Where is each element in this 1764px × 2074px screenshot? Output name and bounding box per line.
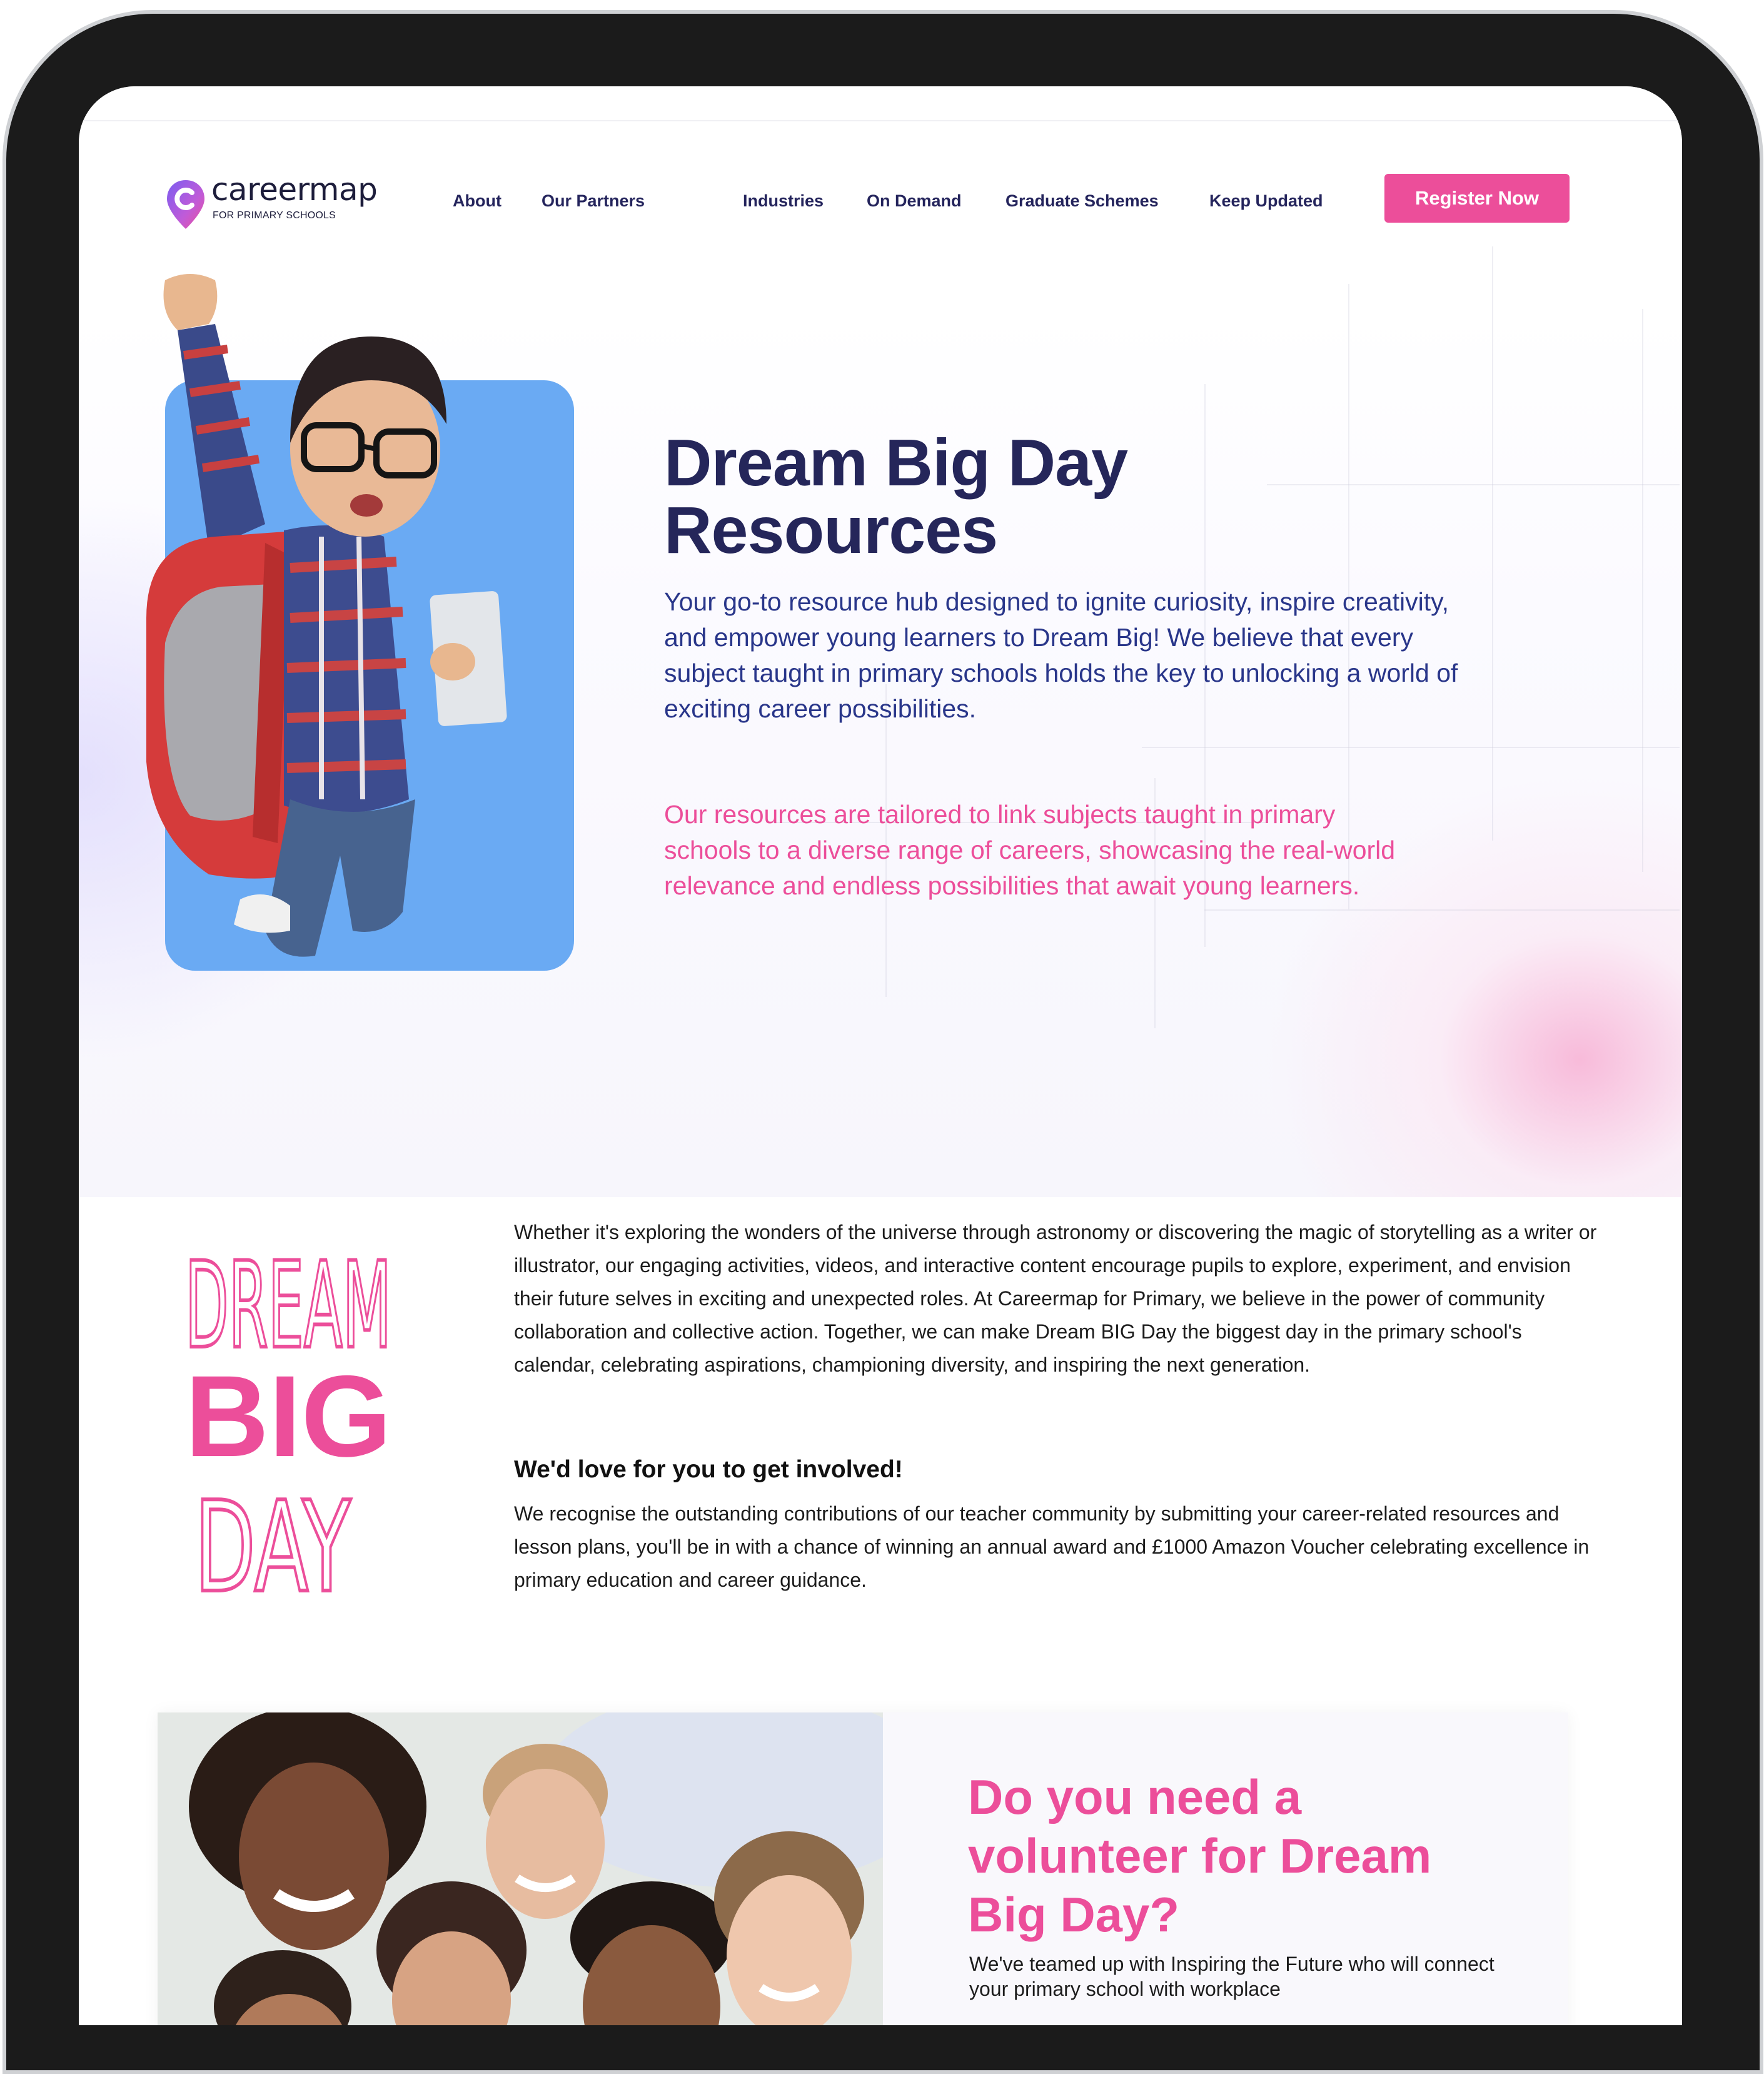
grid-line bbox=[1142, 747, 1680, 748]
viewport-top-strip bbox=[79, 86, 1682, 121]
hero-description: Your go-to resource hub designed to igni… bbox=[664, 587, 1458, 723]
grid-line bbox=[1492, 246, 1493, 841]
hero-description-pink: Our resources are tailored to link subje… bbox=[664, 800, 1396, 900]
logo-subtitle: FOR PRIMARY SCHOOLS bbox=[213, 210, 336, 221]
hero-title-line-2: Resources bbox=[664, 493, 998, 567]
dream-big-day-logo: DREAM BIG DAY bbox=[183, 1235, 393, 1622]
map-pin-icon bbox=[167, 180, 204, 229]
volunteers-group-photo bbox=[158, 1712, 883, 2025]
volunteer-heading-line-3: Big Day? bbox=[968, 1887, 1180, 1942]
logo-word-day: DAY bbox=[194, 1475, 351, 1621]
hero-photo-card bbox=[146, 274, 574, 971]
intro-paragraph: Whether it's exploring the wonders of th… bbox=[514, 1221, 1597, 1376]
hero-title-line-1: Dream Big Day bbox=[664, 426, 1128, 500]
nav-link-industries[interactable]: Industries bbox=[743, 191, 824, 211]
logo-wordmark: careermap bbox=[211, 171, 378, 208]
volunteer-heading: Do you need a volunteer for Dream Big Da… bbox=[968, 1768, 1531, 1944]
child-with-backpack-illustration bbox=[146, 274, 507, 957]
nav-link-about[interactable]: About bbox=[453, 191, 501, 211]
get-involved-paragraph: We recognise the outstanding contributio… bbox=[514, 1502, 1590, 1591]
nav-link-keep-updated[interactable]: Keep Updated bbox=[1209, 191, 1323, 211]
volunteer-heading-line-1: Do you need a bbox=[968, 1769, 1302, 1824]
nav-link-graduate-schemes[interactable]: Graduate Schemes bbox=[1005, 191, 1159, 211]
logo-word-big: BIG bbox=[185, 1352, 391, 1481]
hero-title: Dream Big Day Resources bbox=[664, 429, 1414, 564]
group-of-people-illustration bbox=[158, 1712, 883, 2025]
grid-line bbox=[1204, 909, 1680, 911]
volunteer-text: We've teamed up with Inspiring the Futur… bbox=[969, 1953, 1494, 2000]
tablet-device: careermap FOR PRIMARY SCHOOLS About Our … bbox=[0, 0, 1764, 2074]
volunteer-heading-line-2: volunteer for Dream bbox=[968, 1828, 1432, 1883]
grid-line bbox=[1642, 309, 1643, 872]
careermap-logo[interactable]: careermap FOR PRIMARY SCHOOLS bbox=[165, 171, 415, 249]
nav-link-on-demand[interactable]: On Demand bbox=[867, 191, 962, 211]
register-now-button[interactable]: Register Now bbox=[1384, 174, 1570, 223]
get-involved-heading: We'd love for you to get involved! bbox=[514, 1456, 903, 1483]
browser-viewport[interactable]: careermap FOR PRIMARY SCHOOLS About Our … bbox=[79, 86, 1682, 2025]
nav-link-our-partners[interactable]: Our Partners bbox=[542, 191, 645, 211]
